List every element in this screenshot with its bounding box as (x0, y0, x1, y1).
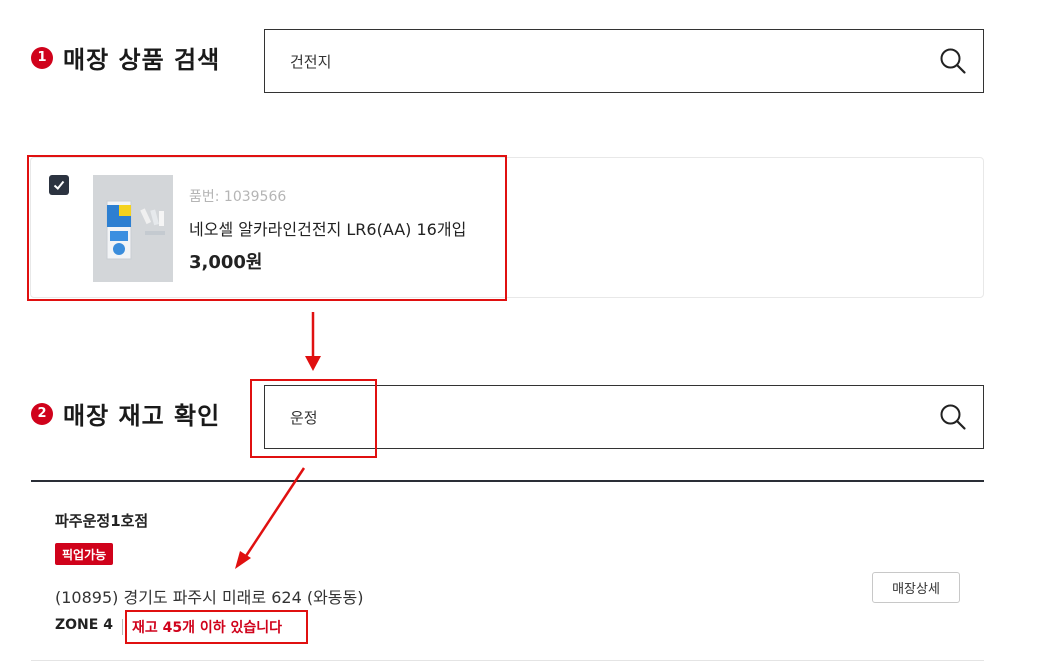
product-select-checkbox[interactable] (49, 175, 69, 195)
store-name[interactable]: 파주운정1호점 (55, 510, 148, 531)
product-search-button[interactable] (923, 30, 983, 92)
check-icon (53, 180, 65, 190)
product-name[interactable]: 네오셀 알카라인건전지 LR6(AA) 16개입 (189, 216, 466, 240)
zone-separator (122, 619, 123, 635)
product-price: 3,000원 (189, 252, 263, 273)
product-card[interactable]: 품번: 1039566 네오셀 알카라인건전지 LR6(AA) 16개입 3,0… (30, 157, 984, 298)
pickup-badge: 픽업가능 (55, 543, 114, 565)
step1-title: 매장 상품 검색 (63, 46, 221, 74)
step2-title: 매장 재고 확인 (63, 402, 221, 430)
product-search-box (264, 29, 984, 93)
product-search-input[interactable] (265, 30, 923, 92)
stock-status: 재고 45개 이하 있습니다 (132, 620, 283, 636)
search-icon (940, 48, 966, 74)
store-search-box (264, 385, 984, 449)
store-address: (10895) 경기도 파주시 미래로 624 (와동동) (55, 588, 364, 607)
results-top-divider (31, 480, 984, 482)
annotation-arrows (235, 312, 321, 569)
search-icon (940, 404, 966, 430)
store-detail-button[interactable]: 매장상세 (872, 572, 960, 603)
step1-heading: 1 매장 상품 검색 (31, 40, 220, 75)
step1-number-badge: 1 (31, 46, 53, 69)
product-code: 품번: 1039566 (189, 189, 287, 205)
step2-heading: 2 매장 재고 확인 (31, 396, 220, 431)
step2-number-badge: 2 (31, 402, 53, 425)
product-thumbnail (93, 175, 173, 282)
arrow-down-icon (305, 356, 321, 371)
store-zone: ZONE 4 (55, 617, 113, 633)
arrow-diagonal-icon (235, 551, 251, 569)
store-search-button[interactable] (923, 386, 983, 448)
store-search-input[interactable] (265, 386, 923, 448)
results-bottom-divider (31, 660, 984, 661)
